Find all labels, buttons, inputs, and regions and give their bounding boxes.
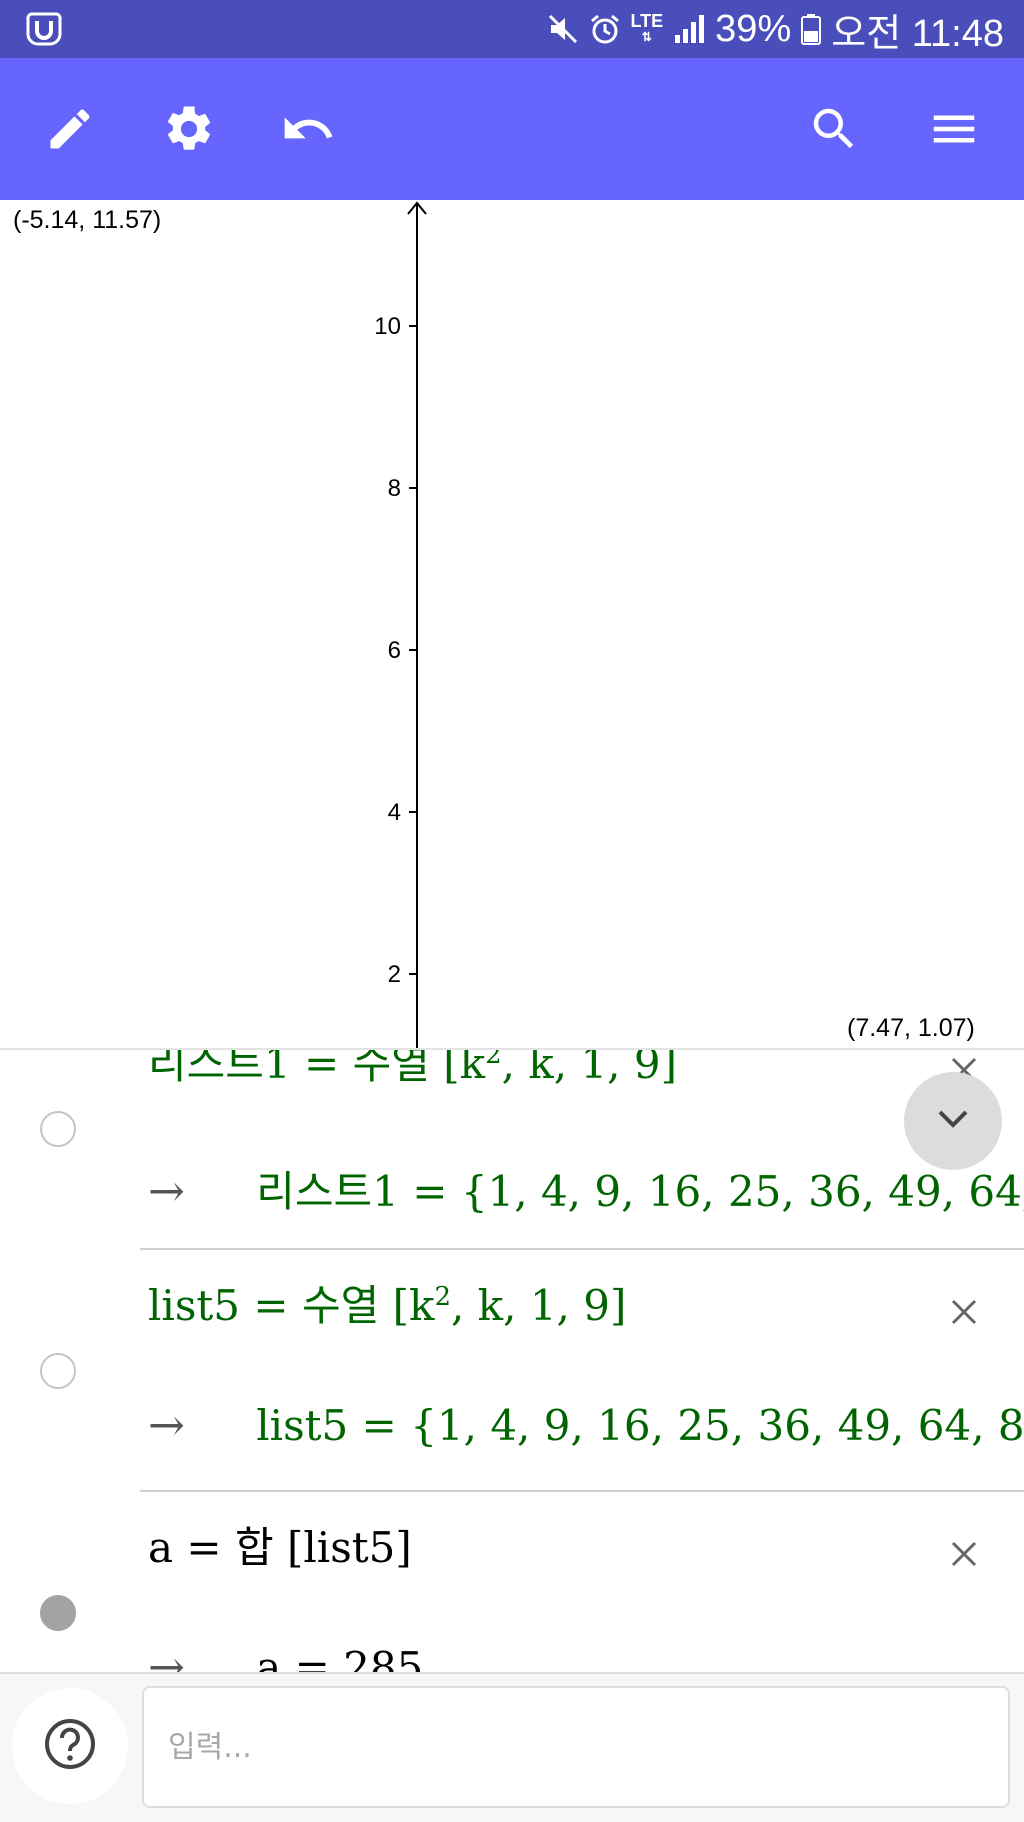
help-button[interactable] <box>12 1688 128 1804</box>
mute-icon <box>547 13 579 45</box>
status-icons: LTE ⇅ 39% 오전 11:48 <box>547 0 1004 58</box>
battery-percent: 39% <box>715 7 792 50</box>
y-tick-label: 8 <box>388 475 401 502</box>
corner-coordinates-top-left: (-5.14, 11.57) <box>13 206 162 234</box>
graphics-view[interactable]: 2 4 6 8 10 (-5.14, 11.57) (7.47, 1.07) <box>0 200 1024 1048</box>
y-tick-label: 6 <box>388 637 401 664</box>
algebra-output: → 리스트1 = {1, 4, 9, 16, 25, 36, 49, 64, 8… <box>148 1166 1024 1217</box>
y-tick-marks <box>409 325 417 975</box>
algebra-output: → list5 = {1, 4, 9, 16, 25, 36, 49, 64, … <box>148 1400 1024 1451</box>
delete-icon[interactable] <box>944 1534 984 1574</box>
help-icon <box>43 1717 97 1775</box>
input-field[interactable] <box>142 1686 1010 1808</box>
undo-icon[interactable] <box>268 89 348 169</box>
clock: 오전 11:48 <box>831 12 1004 55</box>
status-bar: LTE ⇅ 39% 오전 11:48 <box>0 0 1024 58</box>
y-tick-label: 10 <box>374 313 401 340</box>
corner-coordinates-bottom-right: (7.47, 1.07) <box>847 1014 975 1042</box>
gear-icon[interactable] <box>149 89 229 169</box>
algebra-view[interactable]: 리스트1 = 수열 [k2, k, 1, 9] → 리스트1 = {1, 4, … <box>0 1048 1024 1674</box>
algebra-definition[interactable]: 리스트1 = 수열 [k2, k, 1, 9] <box>148 1050 677 1091</box>
visibility-toggle[interactable] <box>40 1353 76 1389</box>
app-badge-icon <box>26 12 62 46</box>
signal-icon <box>673 13 705 45</box>
alarm-icon <box>589 13 621 45</box>
algebra-item[interactable]: a = 합 [list5] → a = 285 <box>0 1492 1024 1674</box>
lte-icon: LTE ⇅ <box>630 11 664 44</box>
menu-icon[interactable] <box>914 89 994 169</box>
pencil-icon[interactable] <box>30 89 110 169</box>
chevron-down-icon <box>935 1107 971 1135</box>
search-icon[interactable] <box>794 89 874 169</box>
y-tick-label: 4 <box>388 799 401 826</box>
algebra-item[interactable]: 리스트1 = 수열 [k2, k, 1, 9] → 리스트1 = {1, 4, … <box>0 1050 1024 1250</box>
collapse-algebra-button[interactable] <box>904 1072 1002 1170</box>
visibility-toggle[interactable] <box>40 1111 76 1147</box>
visibility-toggle[interactable] <box>40 1595 76 1631</box>
algebra-definition[interactable]: list5 = 수열 [k2, k, 1, 9] <box>148 1272 626 1333</box>
graph-canvas[interactable]: 2 4 6 8 10 <box>0 200 1024 1048</box>
toolbar <box>0 58 1024 200</box>
algebra-item[interactable]: list5 = 수열 [k2, k, 1, 9] → list5 = {1, 4… <box>0 1250 1024 1492</box>
input-bar <box>0 1672 1024 1822</box>
algebra-output: → a = 285 <box>148 1642 424 1674</box>
battery-icon <box>801 13 822 45</box>
delete-icon[interactable] <box>944 1292 984 1332</box>
algebra-definition[interactable]: a = 합 [list5] <box>148 1514 412 1575</box>
y-tick-label: 2 <box>388 961 401 988</box>
